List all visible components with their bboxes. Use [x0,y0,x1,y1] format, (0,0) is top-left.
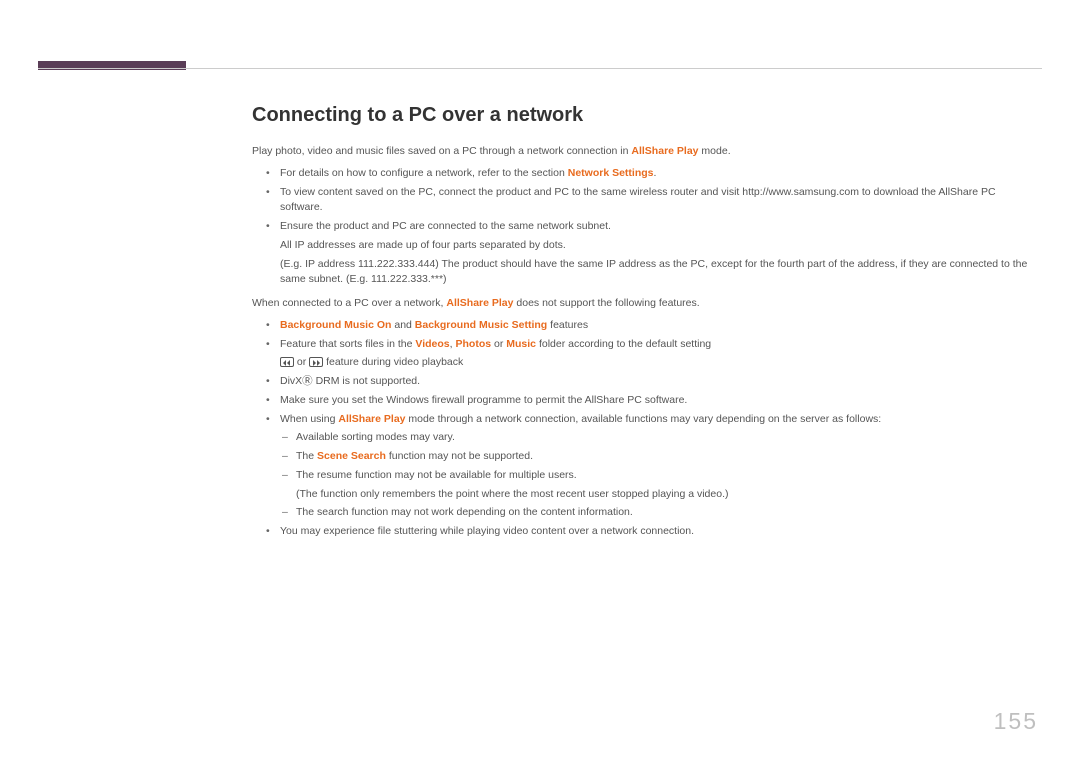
list-item: Ensure the product and PC are connected … [252,219,1034,235]
highlight-videos: Videos [415,338,449,350]
mid-paragraph: When connected to a PC over a network, A… [252,296,1034,312]
highlight-allshare-play: AllShare Play [446,297,513,309]
highlight-scene-search: Scene Search [317,450,386,462]
page-number: 155 [994,708,1038,735]
list-item: Available sorting modes may vary. [252,430,1034,446]
highlight-allshare-play: AllShare Play [338,413,405,425]
sub-text: (The function only remembers the point w… [252,487,1034,503]
page-title: Connecting to a PC over a network [252,100,1034,130]
list-item: The search function may not work dependi… [252,505,1034,521]
intro-paragraph: Play photo, video and music files saved … [252,144,1034,160]
highlight-bg-music-setting: Background Music Setting [415,319,547,331]
fast-forward-icon [309,357,323,367]
sub-text: (E.g. IP address 111.222.333.444) The pr… [252,257,1034,289]
list-item: DivXⓇ DRM is not supported. [252,374,1034,390]
dash-list: Available sorting modes may vary. The Sc… [252,430,1034,483]
list-item: The Scene Search function may not be sup… [252,449,1034,465]
rewind-icon [280,357,294,367]
sub-text: or feature during video playback [252,355,1034,371]
highlight-photos: Photos [456,338,492,350]
bullet-list-3: DivXⓇ DRM is not supported. Make sure yo… [252,374,1034,427]
dash-list-cont: The search function may not work dependi… [252,505,1034,521]
list-item: Background Music On and Background Music… [252,318,1034,334]
bullet-list-4: You may experience file stuttering while… [252,524,1034,540]
list-item: You may experience file stuttering while… [252,524,1034,540]
list-item: For details on how to configure a networ… [252,166,1034,182]
bullet-list-2: Background Music On and Background Music… [252,318,1034,353]
list-item: When using AllShare Play mode through a … [252,412,1034,428]
header-rule [38,68,1042,69]
list-item: Make sure you set the Windows firewall p… [252,393,1034,409]
sub-text: All IP addresses are made up of four par… [252,238,1034,254]
bullet-list-1: For details on how to configure a networ… [252,166,1034,235]
list-item: To view content saved on the PC, connect… [252,185,1034,217]
list-item: The resume function may not be available… [252,468,1034,484]
highlight-network-settings: Network Settings [568,167,654,179]
highlight-music: Music [506,338,536,350]
main-content: Connecting to a PC over a network Play p… [252,100,1034,543]
highlight-allshare-play: AllShare Play [631,145,698,157]
highlight-bg-music-on: Background Music On [280,319,391,331]
list-item: Feature that sorts files in the Videos, … [252,337,1034,353]
